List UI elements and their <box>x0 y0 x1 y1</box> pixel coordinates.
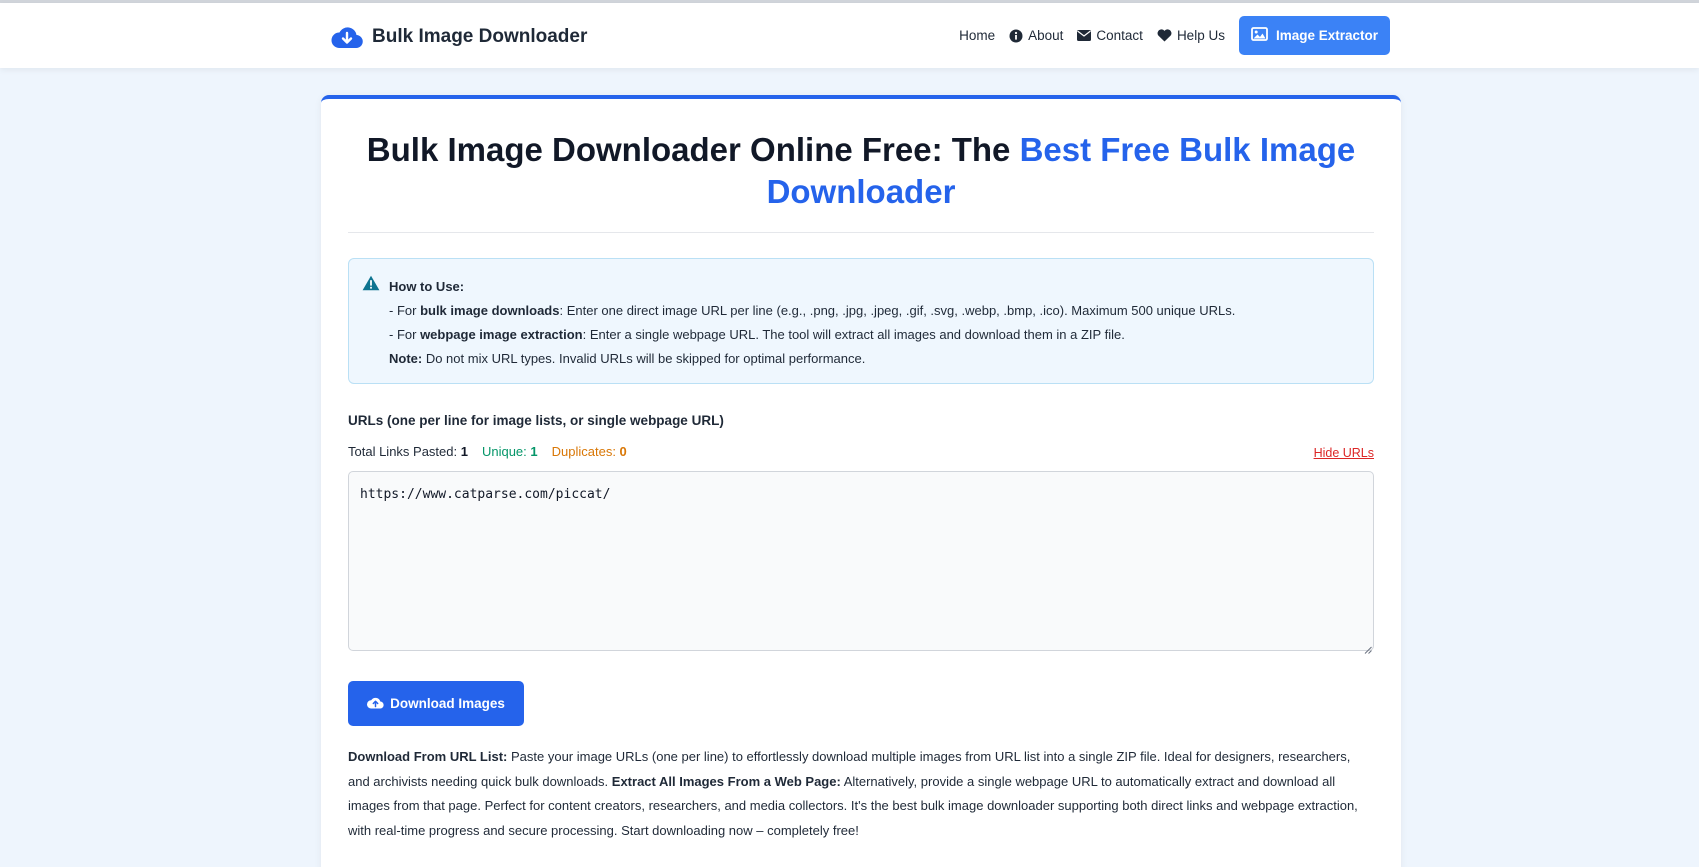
page-title: Bulk Image Downloader Online Free: The B… <box>321 129 1401 213</box>
title-divider <box>348 232 1374 233</box>
how-to-line-webpage-bold: webpage image extraction <box>420 327 583 342</box>
unique-links-label: Unique: <box>481 444 531 459</box>
how-to-line-webpage-prefix: - For <box>389 327 421 342</box>
how-to-use-box: How to Use: - For bulk image downloads: … <box>348 258 1374 384</box>
download-images-label: Download Images <box>390 696 505 711</box>
how-to-note-label: Note: <box>389 351 423 366</box>
cloud-upload-icon <box>367 696 384 712</box>
navbar: Bulk Image Downloader Home About Contact… <box>0 3 1699 68</box>
how-to-use-heading: How to Use: <box>389 279 465 294</box>
total-links-value: 1 <box>460 444 468 459</box>
nav-home[interactable]: Home <box>959 28 995 43</box>
nav-about-label: About <box>1028 28 1064 43</box>
image-extractor-button[interactable]: Image Extractor <box>1238 16 1390 55</box>
nav-help-us-label: Help Us <box>1176 28 1225 43</box>
unique-links-value: 1 <box>530 444 538 459</box>
warning-icon <box>362 275 380 296</box>
how-to-line-webpage: - For webpage image extraction: Enter a … <box>389 323 1235 347</box>
how-to-line-bulk-bold: bulk image downloads <box>420 303 560 318</box>
hide-urls-link[interactable]: Hide URLs <box>1314 446 1374 460</box>
heart-icon <box>1157 29 1172 42</box>
description-paragraph: Download From URL List: Paste your image… <box>348 745 1374 843</box>
nav-home-label: Home <box>959 28 996 43</box>
main-card: Bulk Image Downloader Online Free: The B… <box>321 95 1401 867</box>
image-extractor-label: Image Extractor <box>1275 28 1378 43</box>
brand-link[interactable]: Bulk Image Downloader <box>330 20 587 54</box>
how-to-use-text: How to Use: - For bulk image downloads: … <box>389 275 1235 371</box>
total-links-stat: Total Links Pasted: 1 <box>348 444 468 459</box>
total-links-label: Total Links Pasted: <box>348 444 461 459</box>
nav-help-us[interactable]: Help Us <box>1157 28 1225 43</box>
desc-url-list-heading: Download From URL List: <box>348 749 508 764</box>
download-images-button[interactable]: Download Images <box>348 681 524 726</box>
brand-name: Bulk Image Downloader <box>372 26 588 47</box>
nav-about[interactable]: About <box>1009 28 1063 43</box>
resize-handle-icon[interactable] <box>1364 641 1372 659</box>
duplicate-links-value: 0 <box>619 444 627 459</box>
how-to-line-bulk-rest: : Enter one direct image URL per line (e… <box>559 303 1236 318</box>
page-title-plain: Bulk Image Downloader Online Free: The <box>366 131 1020 168</box>
link-stats: Total Links Pasted: 1 Unique: 1 Duplicat… <box>348 444 627 459</box>
image-icon <box>1251 27 1268 44</box>
how-to-line-webpage-rest: : Enter a single webpage URL. The tool w… <box>582 327 1125 342</box>
urls-textarea[interactable] <box>348 471 1374 651</box>
how-to-note: Note: Do not mix URL types. Invalid URLs… <box>389 347 1235 371</box>
unique-links-stat: Unique: 1 <box>482 444 538 459</box>
how-to-note-text: Do not mix URL types. Invalid URLs will … <box>422 351 866 366</box>
urls-label: URLs (one per line for image lists, or s… <box>348 413 724 428</box>
nav-contact[interactable]: Contact <box>1077 28 1143 43</box>
duplicate-links-stat: Duplicates: 0 <box>552 444 627 459</box>
how-to-line-bulk-prefix: - For <box>389 303 421 318</box>
envelope-icon <box>1077 30 1092 41</box>
info-circle-icon <box>1009 29 1023 43</box>
cloud-download-icon <box>330 23 364 51</box>
how-to-line-bulk: - For bulk image downloads: Enter one di… <box>389 299 1235 323</box>
desc-webpage-heading: Extract All Images From a Web Page: <box>611 773 841 789</box>
duplicate-links-label: Duplicates: <box>551 444 620 459</box>
nav-contact-label: Contact <box>1096 28 1143 43</box>
main-nav: Home About Contact Help Us Image Extract… <box>959 16 1390 55</box>
